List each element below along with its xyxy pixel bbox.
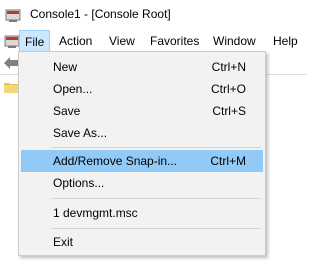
menu-item-shortcut: Ctrl+M [210,154,246,168]
menu-item-new[interactable]: New Ctrl+N [21,56,263,78]
menu-item-save-as[interactable]: Save As... [21,122,263,144]
menu-item-shortcut: Ctrl+O [210,82,246,96]
menu-item-label: Options... [53,176,105,190]
menu-separator [51,147,261,148]
menu-bar: File Action View Favorites Window Help [0,30,307,52]
menu-action[interactable]: Action [54,30,97,52]
menu-item-options[interactable]: Options... [21,172,263,194]
menu-file[interactable]: File [19,30,51,52]
menu-item-add-remove-snap-in[interactable]: Add/Remove Snap-in... Ctrl+M [21,150,263,172]
menu-separator [51,228,261,229]
menu-window[interactable]: Window [208,30,261,52]
menu-item-shortcut: Ctrl+S [212,104,246,118]
menu-item-label: New [53,60,78,74]
title-bar: Console1 - [Console Root] [0,0,307,30]
menu-item-recent-file[interactable]: 1 devmgmt.msc [21,202,263,224]
menu-item-label: Exit [53,235,74,249]
window-title: Console1 - [Console Root] [30,7,171,21]
menu-item-label: Save As... [53,126,108,140]
back-arrow-icon[interactable] [3,56,19,70]
menu-help[interactable]: Help [268,30,303,52]
mmc-app-icon [5,9,21,22]
menu-item-label: Add/Remove Snap-in... [53,154,178,168]
menu-item-label: Save [53,104,81,118]
menu-favorites[interactable]: Favorites [145,30,204,52]
folder-icon[interactable] [4,81,18,93]
menu-item-label: 1 devmgmt.msc [53,206,138,220]
menu-item-exit[interactable]: Exit [21,231,263,253]
mmc-app-icon[interactable] [4,33,20,49]
menu-item-save[interactable]: Save Ctrl+S [21,100,263,122]
menu-view[interactable]: View [104,30,140,52]
menu-separator [51,198,261,199]
menu-item-open[interactable]: Open... Ctrl+O [21,78,263,100]
menu-item-shortcut: Ctrl+N [211,60,246,74]
menu-item-label: Open... [53,82,93,96]
file-menu-dropdown: New Ctrl+N Open... Ctrl+O Save Ctrl+S Sa… [18,51,266,256]
